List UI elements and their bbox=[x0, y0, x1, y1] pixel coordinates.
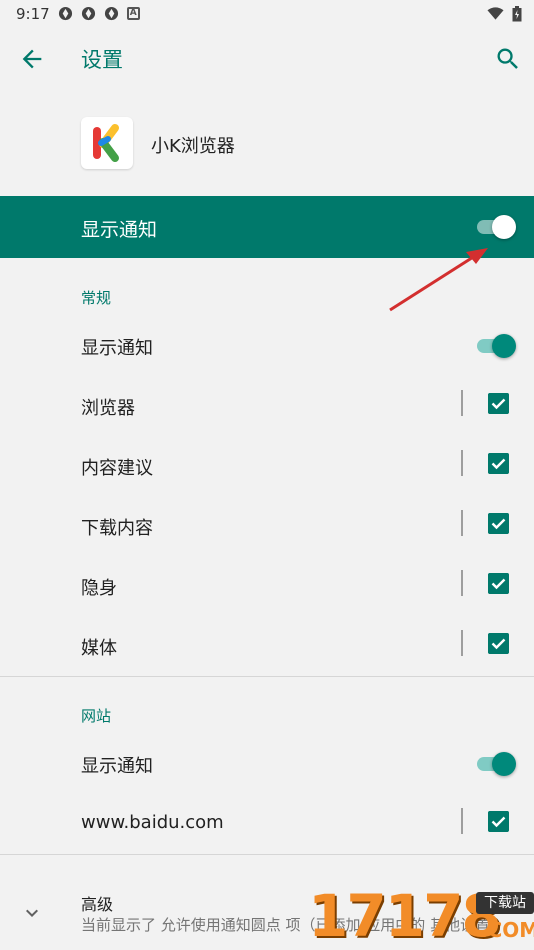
app-header: 小K浏览器 bbox=[0, 91, 534, 196]
status-right bbox=[487, 5, 522, 22]
battery-icon bbox=[512, 5, 522, 21]
general-notification-switch[interactable] bbox=[475, 334, 516, 358]
checkbox-checked[interactable] bbox=[488, 513, 509, 534]
advanced-title: 高级 bbox=[81, 895, 114, 914]
app-notif-icon bbox=[58, 6, 72, 21]
pref-label: 显示通知 bbox=[81, 338, 153, 359]
general-notification-toggle-row[interactable]: 显示通知 bbox=[0, 316, 534, 376]
status-bar: 9:17 A bbox=[0, 0, 534, 27]
chevron-down-icon[interactable] bbox=[20, 901, 44, 925]
checkbox-checked[interactable] bbox=[488, 633, 509, 654]
channel-row-media[interactable]: 媒体 bbox=[0, 616, 534, 676]
master-notification-switch[interactable] bbox=[475, 215, 516, 239]
section-divider bbox=[0, 676, 534, 677]
pref-label: 媒体 bbox=[81, 638, 117, 659]
status-left: 9:17 A bbox=[16, 5, 140, 23]
search-icon[interactable] bbox=[494, 45, 522, 73]
channel-row-content-suggestions[interactable]: 内容建议 bbox=[0, 436, 534, 496]
row-divider bbox=[461, 450, 463, 476]
a-badge-icon: A bbox=[126, 7, 140, 20]
pref-label: 浏览器 bbox=[81, 398, 135, 419]
app-notif-icon bbox=[104, 6, 118, 21]
channel-row-browser[interactable]: 浏览器 bbox=[0, 376, 534, 436]
pref-label: 下载内容 bbox=[81, 518, 153, 539]
status-time: 9:17 bbox=[16, 4, 50, 23]
toolbar: 设置 bbox=[0, 27, 534, 91]
annotation-arrow bbox=[389, 248, 488, 312]
watermark-suffix: .COM bbox=[480, 918, 534, 942]
section-header-general: 常规 bbox=[81, 289, 112, 307]
row-divider bbox=[461, 390, 463, 416]
wifi-icon bbox=[487, 6, 504, 20]
watermark-number: 17178 bbox=[308, 882, 502, 950]
channel-row-downloads[interactable]: 下载内容 bbox=[0, 496, 534, 556]
k-browser-logo bbox=[81, 117, 133, 169]
pref-label: www.baidu.com bbox=[81, 812, 224, 833]
checkbox-checked[interactable] bbox=[488, 453, 509, 474]
checkbox-checked[interactable] bbox=[488, 393, 509, 414]
app-notif-icon bbox=[81, 6, 95, 21]
sites-notification-toggle-row[interactable]: 显示通知 bbox=[0, 734, 534, 794]
sites-notification-switch[interactable] bbox=[475, 752, 516, 776]
row-divider bbox=[461, 570, 463, 596]
pref-label: 隐身 bbox=[81, 578, 117, 599]
row-divider bbox=[461, 808, 463, 834]
row-divider bbox=[461, 510, 463, 536]
app-name: 小K浏览器 bbox=[151, 136, 235, 157]
page-title: 设置 bbox=[81, 48, 123, 72]
arrow-left-icon[interactable] bbox=[18, 45, 46, 73]
pref-label: 内容建议 bbox=[81, 458, 153, 479]
checkbox-checked[interactable] bbox=[488, 811, 509, 832]
site-watermark: 17178 下载站 .COM bbox=[308, 882, 534, 950]
checkbox-checked[interactable] bbox=[488, 573, 509, 594]
section-header-sites: 网站 bbox=[81, 707, 112, 725]
site-row-baidu[interactable]: www.baidu.com bbox=[0, 794, 534, 854]
master-toggle-label: 显示通知 bbox=[81, 219, 158, 241]
watermark-tag: 下载站 bbox=[476, 892, 534, 914]
channel-row-incognito[interactable]: 隐身 bbox=[0, 556, 534, 616]
row-divider bbox=[461, 630, 463, 656]
pref-label: 显示通知 bbox=[81, 756, 153, 777]
